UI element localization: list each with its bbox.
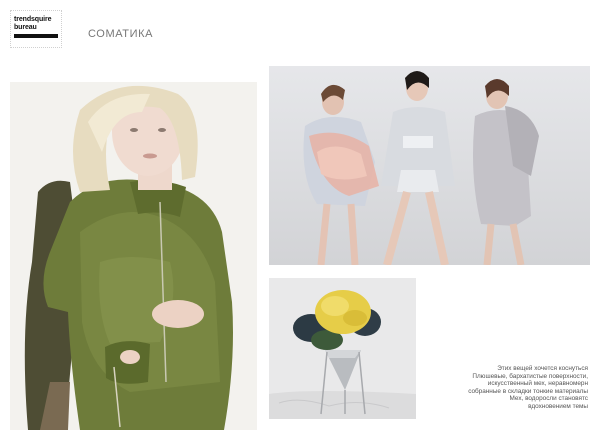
logo-bar [14, 34, 58, 38]
caption-text: Этих вещей хочется коснуться Плюшевые, б… [418, 365, 588, 411]
caption-line: собранные в складки тонкие материалы [468, 387, 588, 395]
logo-line2: bureau [14, 23, 37, 31]
photo-flower-vase [269, 278, 416, 419]
logo-line1: trendsquire [14, 16, 52, 23]
brand-logo: trendsquire bureau [10, 10, 62, 48]
caption-line: Плюшевые, бархатистые поверхности, [472, 372, 588, 380]
page-title: СОМАТИКА [88, 28, 154, 40]
photo-velvet-jacket [10, 82, 257, 430]
photo-three-models [269, 66, 590, 265]
caption-line: вдохновением темы [528, 402, 588, 410]
caption-line: искусственный мех, неравномерн [487, 380, 588, 388]
caption-line: Мех, водоросли становятс [509, 395, 588, 403]
caption-line: Этих вещей хочется коснуться [497, 365, 588, 372]
